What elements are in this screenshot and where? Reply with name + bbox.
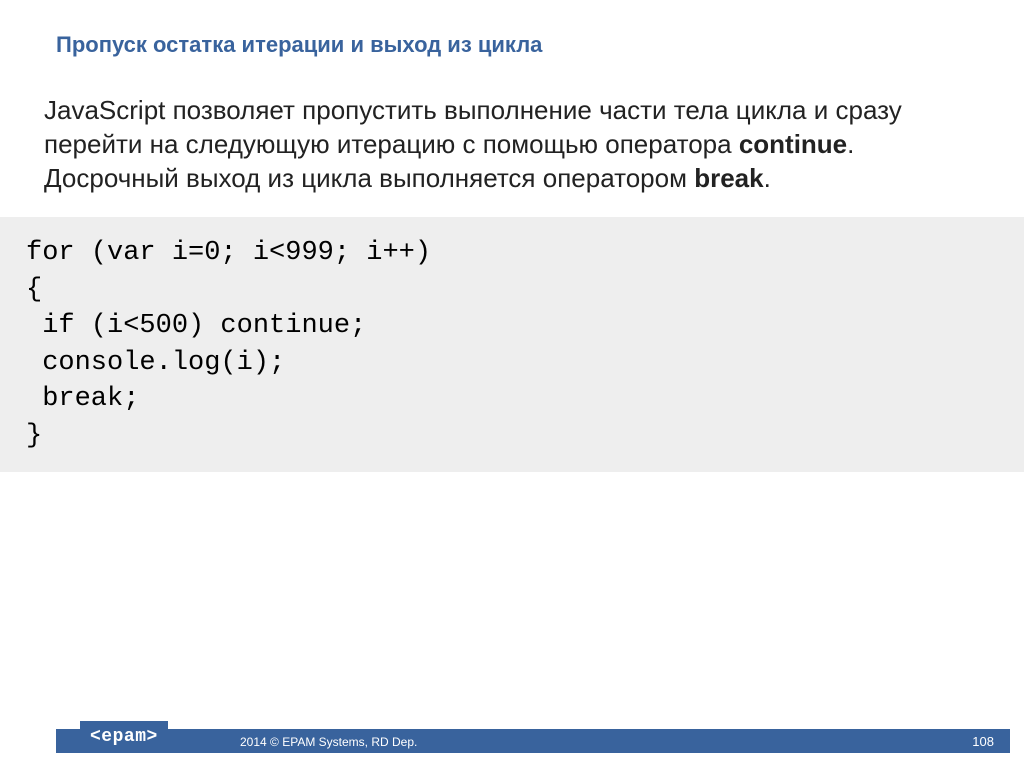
footer-bar (56, 729, 1010, 753)
body-text: JavaScript позволяет пропустить выполнен… (0, 58, 1024, 195)
slide-title: Пропуск остатка итерации и выход из цикл… (56, 32, 1024, 58)
footer: <epam> 2014 © EPAM Systems, RD Dep. 108 (0, 723, 1024, 753)
keyword-continue: continue (739, 129, 847, 159)
footer-copyright: 2014 © EPAM Systems, RD Dep. (240, 735, 417, 749)
epam-logo: <epam> (80, 721, 168, 753)
title-bar: Пропуск остатка итерации и выход из цикл… (0, 0, 1024, 58)
code-block: for (var i=0; i<999; i++) { if (i<500) c… (0, 217, 1024, 472)
paragraph-part3: . (764, 163, 771, 193)
keyword-break: break (694, 163, 763, 193)
slide: Пропуск остатка итерации и выход из цикл… (0, 0, 1024, 767)
footer-page-number: 108 (972, 734, 994, 749)
